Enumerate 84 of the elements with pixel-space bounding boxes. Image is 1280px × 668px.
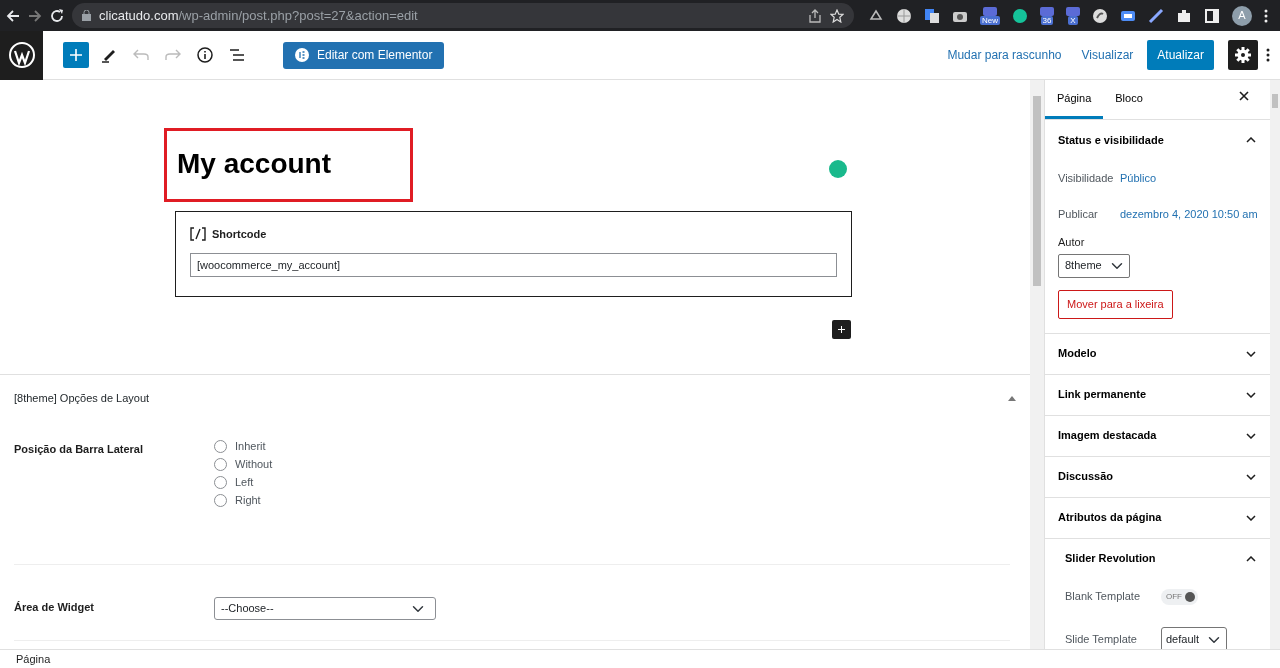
field-label: Publicar — [1058, 206, 1099, 222]
chevron-down-icon[interactable] — [1246, 514, 1256, 521]
widget-area-select[interactable]: --Choose-- — [214, 597, 436, 620]
collapse-triangle-icon[interactable] — [1008, 395, 1016, 401]
plus-icon — [838, 324, 845, 335]
wordpress-logo-icon[interactable] — [8, 42, 35, 68]
field-label: Posição da Barra Lateral — [14, 442, 144, 457]
settings-icon — [1235, 47, 1251, 63]
shortcode-icon — [190, 227, 206, 242]
forward-icon[interactable] — [28, 8, 42, 23]
switch-to-draft-link[interactable]: Mudar para rascunho — [941, 45, 1068, 65]
more-options-icon[interactable] — [1266, 48, 1270, 62]
chevron-down-icon[interactable] — [1246, 473, 1256, 480]
extension-badge: X — [1068, 15, 1078, 25]
reload-icon[interactable] — [50, 8, 64, 23]
update-button[interactable]: Atualizar — [1147, 40, 1214, 70]
chevron-down-icon[interactable] — [1246, 432, 1256, 439]
translate-icon[interactable] — [924, 7, 940, 24]
toggle-switch[interactable]: OFF — [1161, 588, 1198, 605]
sidebar-tab[interactable]: Bloco — [1103, 80, 1155, 119]
close-icon — [1239, 91, 1249, 101]
grammar-icon[interactable] — [1012, 7, 1028, 24]
side-panel-icon[interactable] — [1204, 7, 1220, 24]
panel-title: Status e visibilidade — [1058, 132, 1164, 148]
radio-option[interactable]: Left — [214, 473, 273, 491]
undo-icon — [133, 49, 149, 61]
swirl-icon[interactable] — [1092, 7, 1108, 24]
field-label: Autor — [1057, 235, 1086, 250]
globe-icon[interactable] — [896, 7, 912, 24]
shortcode-block[interactable]: Shortcode [woocommerce_my_account] — [175, 211, 852, 297]
panel-title: Discussão — [1058, 469, 1114, 485]
extension-icon[interactable] — [1066, 6, 1080, 16]
elementor-button[interactable]: Editar com Elementor — [283, 41, 445, 69]
plus-icon — [70, 49, 82, 61]
settings-button[interactable] — [1228, 40, 1258, 70]
back-icon[interactable] — [6, 8, 20, 23]
breadcrumb[interactable]: Página — [16, 653, 51, 665]
panel-title: Link permanente — [1058, 387, 1147, 403]
extension-icon[interactable] — [1040, 6, 1054, 16]
scrollbar[interactable] — [1030, 80, 1044, 649]
radio-option[interactable]: Without — [214, 455, 273, 473]
info-icon — [197, 47, 213, 63]
value-link[interactable]: Público — [1120, 169, 1157, 187]
page-title[interactable]: My account — [177, 147, 400, 181]
field-label: Área de Widget — [14, 600, 95, 615]
sidebar-tab[interactable]: Página — [1045, 80, 1104, 119]
slide-template-select[interactable]: default — [1161, 627, 1227, 649]
chevron-up-icon[interactable] — [1246, 555, 1256, 562]
preview-link[interactable]: Visualizar — [1075, 45, 1140, 65]
redo-icon — [165, 49, 181, 61]
lock-icon — [82, 10, 91, 21]
chevron-down-icon[interactable] — [1246, 391, 1256, 398]
panel-title: Modelo — [1058, 346, 1097, 362]
block-label: Shortcode — [212, 227, 267, 242]
pencil-icon — [101, 47, 117, 63]
extension-badge: New — [980, 15, 1000, 25]
radio-option[interactable]: Right — [214, 491, 273, 509]
add-block-button[interactable] — [832, 320, 851, 339]
shortcode-field[interactable]: [woocommerce_my_account] — [190, 252, 837, 277]
value-link[interactable]: dezembro 4, 2020 10:50 am — [1120, 205, 1258, 223]
url-text: clicatudo.com/wp-admin/post.php?post=27&action=edit — [99, 6, 418, 25]
loading-spinner — [829, 160, 847, 178]
author-select[interactable]: 8theme — [1058, 253, 1130, 278]
chevron-down-icon[interactable] — [1246, 350, 1256, 357]
chevron-up-icon[interactable] — [1246, 137, 1256, 143]
scrollbar[interactable] — [1270, 80, 1280, 649]
share-icon[interactable] — [808, 8, 822, 23]
star-icon[interactable] — [830, 8, 844, 23]
field-label: Visibilidade — [1058, 170, 1115, 186]
extension-icon[interactable] — [983, 6, 997, 16]
panel-title: Atributos da página — [1058, 510, 1162, 526]
extension-badge: 36 — [1040, 15, 1054, 25]
trash-button[interactable]: Mover para a lixeira — [1058, 289, 1173, 319]
panel-title: Slider Revolution — [1065, 551, 1156, 567]
panel-title: Imagem destacada — [1058, 428, 1157, 444]
pen-icon[interactable] — [1148, 7, 1164, 24]
radio-option[interactable]: Inherit — [214, 437, 273, 455]
field-label: Blank Template — [1065, 589, 1141, 605]
panel-title: [8theme] Opções de Layout — [14, 390, 150, 406]
more-icon[interactable] — [1264, 8, 1268, 23]
field-label: Slide Template — [1065, 632, 1138, 648]
address-bar[interactable]: clicatudo.com/wp-admin/post.php?post=27&action=edit — [72, 3, 854, 28]
list-icon — [229, 48, 245, 62]
elementor-icon — [295, 48, 309, 62]
